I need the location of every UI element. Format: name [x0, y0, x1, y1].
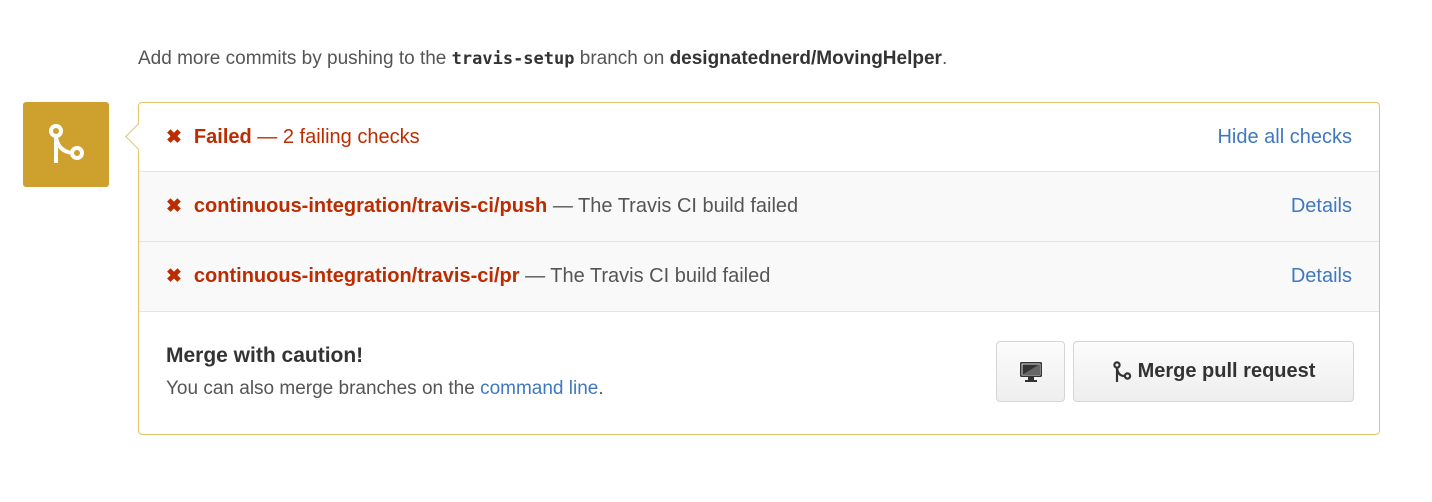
check-row: ✖ continuous-integration/travis-ci/push —… — [139, 172, 1379, 242]
git-merge-icon — [1112, 360, 1132, 383]
check-description: — The Travis CI build failed — [525, 265, 771, 287]
merge-pull-request-button[interactable]: Merge pull request — [1073, 341, 1354, 402]
merge-status-icon-box — [23, 102, 109, 187]
desktop-icon — [1019, 361, 1042, 382]
hide-all-checks-link[interactable]: Hide all checks — [1217, 126, 1352, 149]
intro-suffix: . — [941, 48, 948, 69]
fail-x-icon: ✖ — [166, 196, 182, 217]
merge-help-prefix: You can also merge branches on the — [166, 378, 475, 399]
fail-x-icon: ✖ — [166, 126, 182, 148]
branch-name: travis-setup — [451, 49, 575, 69]
checks-status-row: ✖ Failed — 2 failing checks Hide all chec… — [139, 103, 1379, 172]
push-instructions: Add more commits by pushing to the travi… — [138, 48, 947, 70]
merge-help-suffix: . — [598, 378, 604, 399]
status-summary-text: — 2 failing checks — [257, 125, 420, 148]
command-line-link[interactable]: command line — [480, 378, 598, 399]
check-info: ✖ continuous-integration/travis-ci/push —… — [166, 195, 798, 218]
check-row: ✖ continuous-integration/travis-ci/pr — T… — [139, 242, 1379, 312]
merge-help-text: You can also merge branches on the comma… — [166, 378, 604, 400]
fail-x-icon: ✖ — [166, 266, 182, 287]
check-description: — The Travis CI build failed — [552, 195, 799, 217]
merge-status-panel: ✖ Failed — 2 failing checks Hide all chec… — [125, 102, 1380, 435]
check-name: continuous-integration/travis-ci/push — [193, 195, 548, 217]
intro-prefix: Add more commits by pushing to the — [138, 48, 447, 69]
repo-name: designatednerd/MovingHelper — [669, 48, 942, 69]
status-summary: ✖ Failed — 2 failing checks — [166, 126, 420, 149]
check-name: continuous-integration/travis-ci/pr — [193, 265, 520, 287]
check-details-link[interactable]: Details — [1291, 265, 1352, 288]
merge-caution-heading: Merge with caution! — [166, 344, 364, 367]
merge-row: Merge with caution! You can also merge b… — [139, 312, 1379, 434]
git-merge-icon — [49, 123, 84, 163]
intro-middle: branch on — [579, 48, 665, 69]
check-info: ✖ continuous-integration/travis-ci/pr — T… — [166, 265, 770, 288]
status-title: Failed — [193, 125, 252, 148]
open-in-desktop-button[interactable] — [996, 341, 1065, 402]
merge-button-label: Merge pull request — [1137, 360, 1316, 382]
check-details-link[interactable]: Details — [1291, 195, 1352, 218]
